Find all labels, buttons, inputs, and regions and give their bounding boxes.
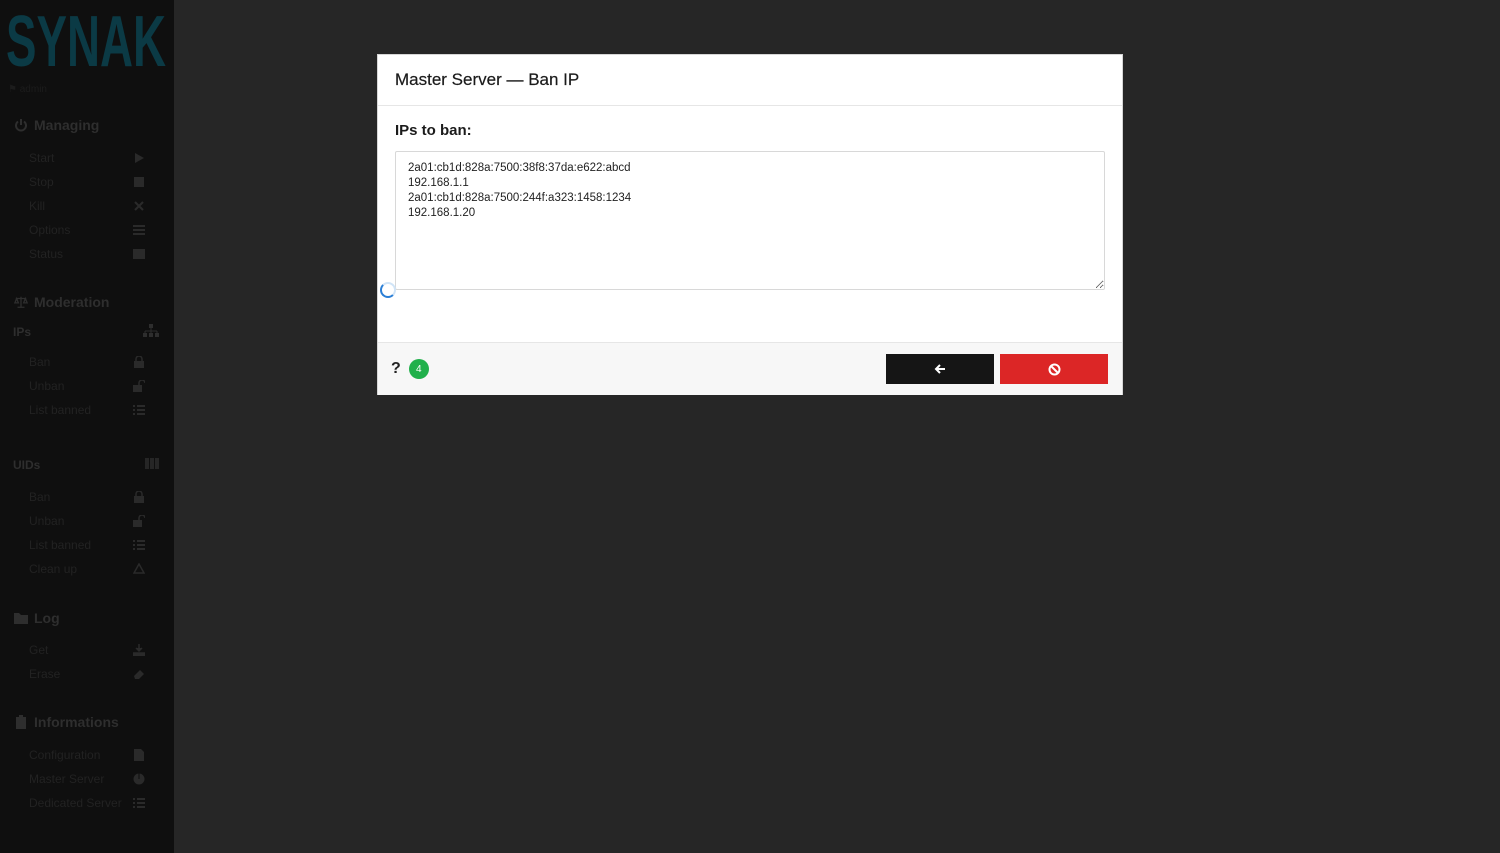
- sidebar-item-log-erase[interactable]: Erase: [29, 666, 145, 682]
- sidebar-item-start[interactable]: Start: [29, 150, 145, 166]
- back-button[interactable]: [886, 354, 994, 384]
- sidebar-item-label: Unban: [29, 379, 65, 393]
- sidebar-item-master-server[interactable]: Master Server: [29, 771, 145, 787]
- subsection-ips-title: IPs: [13, 325, 32, 339]
- sidebar-item-uid-ban[interactable]: Ban: [29, 489, 145, 505]
- sidebar-item-uid-clean-up[interactable]: Clean up: [29, 561, 145, 577]
- sidebar-item-log-get[interactable]: Get: [29, 642, 145, 658]
- section-managing-title: Managing: [34, 117, 100, 133]
- arrow-left-icon: [934, 364, 945, 374]
- sidebar-item-label: Configuration: [29, 748, 101, 762]
- folder-icon: [14, 611, 28, 625]
- power-icon: [14, 118, 28, 132]
- section-managing: Managing: [14, 117, 99, 133]
- sidebar-item-status[interactable]: Status: [29, 246, 145, 262]
- unlock-icon: [133, 380, 145, 392]
- current-user: ⚑ admin: [8, 84, 47, 95]
- sidebar-item-uid-list-banned[interactable]: List banned: [29, 537, 145, 553]
- sidebar-item-label: Ban: [29, 355, 51, 369]
- section-log: Log: [14, 610, 60, 626]
- section-informations-title: Informations: [34, 714, 119, 730]
- list-icon: [133, 404, 145, 416]
- recycle-icon: [133, 563, 145, 575]
- subsection-uids: UIDs: [13, 458, 159, 472]
- close-icon: [133, 200, 145, 212]
- user-label: admin: [19, 84, 47, 95]
- clipboard-icon: [14, 715, 28, 729]
- lock-icon: [133, 356, 145, 368]
- balance-scale-icon: [14, 295, 28, 309]
- sidebar: SYNAK ⚑ admin Managing Start Stop Kill O…: [0, 0, 174, 853]
- sidebar-item-label: List banned: [29, 538, 92, 552]
- barcode-icon: [145, 458, 159, 472]
- sidebar-item-label: Start: [29, 151, 55, 165]
- sidebar-item-kill[interactable]: Kill: [29, 198, 145, 214]
- pie-chart-icon: [133, 773, 145, 785]
- subsection-uids-title: UIDs: [13, 458, 41, 472]
- loading-spinner-icon: [380, 282, 396, 298]
- ips-textarea[interactable]: [395, 151, 1105, 290]
- sidebar-item-stop[interactable]: Stop: [29, 174, 145, 190]
- sidebar-item-label: Clean up: [29, 562, 78, 576]
- section-moderation-title: Moderation: [34, 294, 110, 310]
- sitemap-icon: [143, 324, 159, 340]
- sidebar-item-label: Status: [29, 247, 64, 261]
- sidebar-item-label: Erase: [29, 667, 61, 681]
- eraser-icon: [133, 668, 145, 680]
- stop-icon: [133, 176, 145, 188]
- sidebar-item-uid-unban[interactable]: Unban: [29, 513, 145, 529]
- modal-footer: ? 4: [378, 342, 1122, 395]
- help-icon[interactable]: ?: [391, 360, 401, 378]
- table-icon: [133, 248, 145, 260]
- sidebar-item-options[interactable]: Options: [29, 222, 145, 238]
- play-icon: [133, 152, 145, 164]
- sidebar-item-ip-ban[interactable]: Ban: [29, 354, 145, 370]
- logo-text: SYNAK: [6, 6, 166, 70]
- ip-count-badge: 4: [408, 359, 429, 379]
- ban-ip-modal: Master Server — Ban IP IPs to ban: ? 4: [377, 54, 1123, 395]
- subsection-ips: IPs: [13, 324, 159, 340]
- synak-logo: SYNAK: [6, 6, 166, 70]
- sidebar-item-dedicated-server[interactable]: Dedicated Server: [29, 795, 145, 811]
- ban-icon: [1048, 363, 1060, 375]
- download-icon: [133, 644, 145, 656]
- file-icon: [133, 749, 145, 761]
- list-icon: [133, 224, 145, 236]
- unlock-icon: [133, 515, 145, 527]
- section-log-title: Log: [34, 610, 60, 626]
- sidebar-item-label: Dedicated Server: [29, 796, 122, 810]
- sidebar-item-label: Options: [29, 223, 71, 237]
- sidebar-item-label: Unban: [29, 514, 65, 528]
- sidebar-item-ip-unban[interactable]: Unban: [29, 378, 145, 394]
- section-moderation: Moderation: [14, 294, 109, 310]
- modal-header: Master Server — Ban IP: [378, 55, 1122, 106]
- list-icon: [133, 797, 145, 809]
- sidebar-item-configuration[interactable]: Configuration: [29, 747, 145, 763]
- sidebar-item-label: Kill: [29, 199, 46, 213]
- ban-button[interactable]: [1000, 354, 1108, 384]
- lock-icon: [133, 491, 145, 503]
- sidebar-item-label: Ban: [29, 490, 51, 504]
- list-icon: [133, 539, 145, 551]
- sidebar-item-label: Get: [29, 643, 49, 657]
- section-informations: Informations: [14, 714, 119, 730]
- sidebar-item-ip-list-banned[interactable]: List banned: [29, 402, 145, 418]
- sidebar-item-label: Master Server: [29, 772, 105, 786]
- sidebar-item-label: Stop: [29, 175, 54, 189]
- sidebar-item-label: List banned: [29, 403, 92, 417]
- modal-title: Master Server — Ban IP: [395, 70, 580, 89]
- modal-body: IPs to ban:: [378, 106, 1122, 342]
- ips-field-label: IPs to ban:: [395, 122, 472, 139]
